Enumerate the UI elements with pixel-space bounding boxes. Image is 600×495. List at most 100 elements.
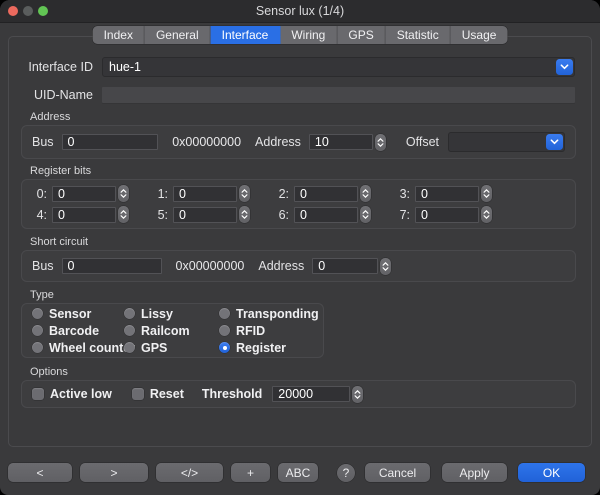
radio-transponding[interactable]: Transponding: [219, 307, 319, 321]
radio-railcom-label: Railcom: [141, 324, 190, 338]
threshold-stepper[interactable]: [352, 386, 363, 403]
offset-combobox[interactable]: [448, 132, 565, 152]
radio-rfid[interactable]: RFID: [219, 324, 319, 338]
radio-icon[interactable]: [32, 325, 43, 336]
register-bits-group-title: Register bits: [21, 165, 576, 178]
reset-checkbox[interactable]: [132, 388, 144, 400]
options-group-title: Options: [21, 366, 576, 379]
address-label: Address: [255, 135, 301, 149]
radio-lissy[interactable]: Lissy: [124, 307, 219, 321]
threshold-input[interactable]: 20000: [272, 386, 350, 402]
radio-wheel-counter[interactable]: Wheel counter: [32, 341, 124, 355]
address-stepper[interactable]: [375, 134, 386, 151]
chevron-up-icon: [241, 189, 248, 193]
radio-icon[interactable]: [219, 325, 230, 336]
bit-7-input[interactable]: 0: [415, 207, 479, 223]
previous-button[interactable]: <: [8, 463, 72, 482]
short-address-stepper[interactable]: [380, 258, 391, 275]
help-button[interactable]: ?: [337, 464, 355, 482]
abc-button[interactable]: ABC: [278, 463, 318, 482]
offset-label: Offset: [406, 135, 439, 149]
short-bus-input[interactable]: 0: [62, 258, 162, 274]
radio-barcode[interactable]: Barcode: [32, 324, 124, 338]
bit-1-input[interactable]: 0: [173, 186, 237, 202]
bit-5-input[interactable]: 0: [173, 207, 237, 223]
radio-icon[interactable]: [32, 308, 43, 319]
radio-icon[interactable]: [219, 308, 230, 319]
short-bus-value: 0: [68, 259, 75, 273]
add-button[interactable]: +: [231, 463, 270, 482]
radio-wheel-counter-label: Wheel counter: [49, 341, 135, 355]
tab-general[interactable]: General: [145, 26, 211, 44]
next-button[interactable]: >: [80, 463, 148, 482]
active-low-checkbox[interactable]: [32, 388, 44, 400]
tab-index[interactable]: Index: [93, 26, 145, 44]
type-group: Sensor Lissy Transponding Barcode: [21, 303, 324, 358]
close-window-button[interactable]: [8, 6, 18, 16]
cancel-button[interactable]: Cancel: [365, 463, 430, 482]
bit-6-input[interactable]: 0: [294, 207, 358, 223]
chevron-down-icon: [354, 395, 361, 399]
bit-4-stepper[interactable]: [118, 206, 129, 223]
offset-dropdown-button[interactable]: [546, 134, 563, 150]
bit-6-stepper[interactable]: [360, 206, 371, 223]
bit-7-stepper[interactable]: [481, 206, 492, 223]
chevron-down-icon: [362, 194, 369, 198]
tab-gps[interactable]: GPS: [337, 26, 385, 44]
chevron-down-icon: [241, 194, 248, 198]
radio-gps[interactable]: GPS: [124, 341, 219, 355]
chevron-up-icon: [241, 210, 248, 214]
chevron-up-icon: [354, 390, 361, 394]
bit-0-stepper[interactable]: [118, 185, 129, 202]
bit-3-input[interactable]: 0: [415, 186, 479, 202]
bit-2-input[interactable]: 0: [294, 186, 358, 202]
tab-usage[interactable]: Usage: [451, 26, 508, 44]
short-address-label: Address: [258, 259, 304, 273]
radio-icon[interactable]: [219, 342, 230, 353]
bit-7-value: 0: [421, 208, 428, 222]
radio-barcode-label: Barcode: [49, 324, 99, 338]
radio-register[interactable]: Register: [219, 341, 319, 355]
bit-0-input[interactable]: 0: [52, 186, 116, 202]
bit-7-label: 7:: [395, 208, 410, 222]
radio-gps-label: GPS: [141, 341, 167, 355]
tab-interface[interactable]: Interface: [211, 26, 281, 44]
bus-input[interactable]: 0: [62, 134, 159, 150]
short-bus-label: Bus: [32, 259, 54, 273]
interface-id-combobox[interactable]: hue-1: [102, 57, 575, 77]
register-bits-group: 0: 0 1: 0 2: 0 3:: [21, 179, 576, 229]
chevron-up-icon: [120, 189, 127, 193]
tab-wiring[interactable]: Wiring: [280, 26, 337, 44]
ok-button[interactable]: OK: [518, 463, 585, 482]
register-bit-2: 2: 0: [274, 185, 371, 202]
radio-icon[interactable]: [124, 308, 135, 319]
radio-railcom[interactable]: Railcom: [124, 324, 219, 338]
chevron-up-icon: [483, 210, 490, 214]
uid-name-input[interactable]: [102, 87, 575, 104]
radio-icon[interactable]: [124, 325, 135, 336]
short-address-input[interactable]: 0: [312, 258, 378, 274]
zoom-window-button[interactable]: [38, 6, 48, 16]
short-circuit-group: Bus 0 0x00000000 Address 0: [21, 250, 576, 282]
bit-5-stepper[interactable]: [239, 206, 250, 223]
bit-4-label: 4:: [32, 208, 47, 222]
code-button[interactable]: </>: [156, 463, 223, 482]
radio-sensor[interactable]: Sensor: [32, 307, 124, 321]
apply-button[interactable]: Apply: [442, 463, 507, 482]
bit-3-stepper[interactable]: [481, 185, 492, 202]
radio-icon[interactable]: [32, 342, 43, 353]
radio-icon[interactable]: [124, 342, 135, 353]
bit-2-stepper[interactable]: [360, 185, 371, 202]
address-group: Bus 0 0x00000000 Address 10 Offset: [21, 125, 576, 159]
bit-6-value: 0: [300, 208, 307, 222]
interface-id-dropdown-button[interactable]: [556, 59, 573, 75]
tab-statistic[interactable]: Statistic: [386, 26, 451, 44]
bit-1-stepper[interactable]: [239, 185, 250, 202]
register-bit-0: 0: 0: [32, 185, 129, 202]
address-input[interactable]: 10: [309, 134, 373, 150]
traffic-lights: [8, 0, 48, 22]
titlebar: Sensor lux (1/4): [0, 0, 600, 23]
short-address-value: 0: [318, 259, 325, 273]
radio-rfid-label: RFID: [236, 324, 265, 338]
bit-4-input[interactable]: 0: [52, 207, 116, 223]
